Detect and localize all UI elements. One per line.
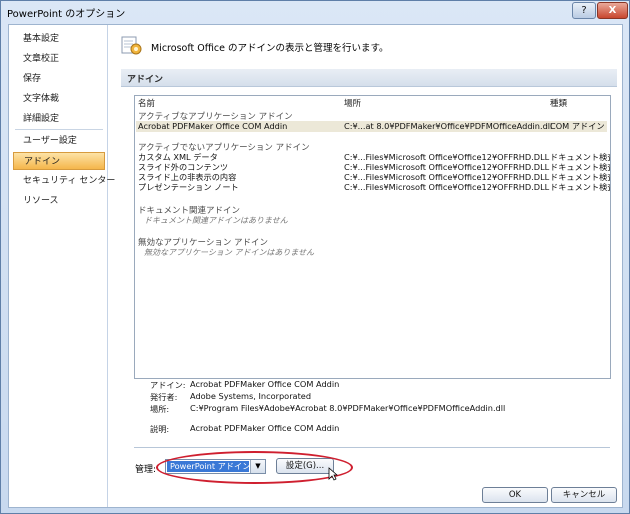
divider bbox=[134, 447, 610, 448]
main-panel: Microsoft Office のアドインの表示と管理を行います。 アドイン … bbox=[113, 25, 622, 507]
table-row[interactable]: プレゼンテーション ノート C:¥...Files¥Microsoft Offi… bbox=[136, 182, 610, 193]
empty-message-document: ドキュメント関連アドインはありません bbox=[144, 216, 288, 225]
addin-name: Acrobat PDFMaker Office COM Addin bbox=[138, 121, 288, 131]
addin-details: アドイン: Acrobat PDFMaker Office COM Addin … bbox=[143, 379, 613, 439]
detail-publisher-value: Adobe Systems, Incorporated bbox=[190, 391, 312, 401]
addin-type: COM アドイン bbox=[550, 121, 605, 131]
detail-publisher-label: 発行者: bbox=[150, 392, 178, 402]
sidebar-item-proofing[interactable]: 文章校正 bbox=[13, 50, 105, 68]
sidebar-divider bbox=[15, 129, 103, 130]
table-row[interactable]: Acrobat PDFMaker Office COM Addin C:¥...… bbox=[136, 121, 607, 132]
detail-location-label: 場所: bbox=[150, 404, 170, 414]
sidebar-item-trust-center[interactable]: セキュリティ センター bbox=[13, 172, 115, 190]
detail-description-label: 説明: bbox=[150, 424, 170, 434]
section-title: アドイン bbox=[127, 75, 164, 85]
page-description: Microsoft Office のアドインの表示と管理を行います。 bbox=[151, 43, 389, 54]
sidebar-item-addins[interactable]: アドイン bbox=[13, 152, 105, 170]
sidebar: 基本設定 文章校正 保存 文字体裁 詳細設定 ユーザー設定 アドイン セキュリテ… bbox=[9, 25, 115, 507]
detail-description-value: Acrobat PDFMaker Office COM Addin bbox=[190, 423, 340, 433]
ok-button[interactable]: OK bbox=[482, 487, 548, 503]
close-button[interactable]: X bbox=[597, 2, 628, 19]
manage-label: 管理: bbox=[135, 465, 157, 475]
cancel-button[interactable]: キャンセル bbox=[551, 487, 617, 503]
addin-location: C:¥...Files¥Microsoft Office¥Office12¥OF… bbox=[344, 182, 550, 192]
addin-gear-icon bbox=[121, 36, 142, 55]
sidebar-item-typography[interactable]: 文字体裁 bbox=[13, 90, 105, 108]
highlight-ellipse bbox=[156, 451, 353, 484]
page-header: Microsoft Office のアドインの表示と管理を行います。 bbox=[113, 25, 622, 65]
sidebar-item-resources[interactable]: リソース bbox=[13, 192, 105, 210]
section-header: アドイン bbox=[121, 69, 617, 87]
addin-location: C:¥...at 8.0¥PDFMaker¥Office¥PDFMOfficeA… bbox=[344, 121, 553, 131]
column-header-type[interactable]: 種類 bbox=[550, 97, 567, 109]
help-button[interactable]: ? bbox=[572, 2, 596, 19]
detail-location-value: C:¥Program Files¥Adobe¥Acrobat 8.0¥PDFMa… bbox=[190, 403, 506, 413]
addin-name: プレゼンテーション ノート bbox=[138, 182, 239, 192]
column-header-name[interactable]: 名前 bbox=[138, 97, 155, 109]
sidebar-item-customize[interactable]: ユーザー設定 bbox=[13, 132, 105, 150]
addin-list[interactable]: 名前 場所 種類 アクティブなアプリケーション アドイン Acrobat PDF… bbox=[134, 95, 611, 379]
empty-message-disabled: 無効なアプリケーション アドインはありません bbox=[144, 248, 315, 257]
detail-addin-value: Acrobat PDFMaker Office COM Addin bbox=[190, 379, 340, 389]
addin-type: ドキュメント検査 bbox=[550, 182, 611, 192]
sidebar-item-advanced[interactable]: 詳細設定 bbox=[13, 110, 105, 128]
title-bar[interactable]: PowerPoint のオプション ? X bbox=[1, 1, 629, 21]
detail-addin-label: アドイン: bbox=[150, 380, 186, 390]
column-header-location[interactable]: 場所 bbox=[344, 97, 361, 109]
options-window: PowerPoint のオプション ? X 基本設定 文章校正 保存 文字体裁 … bbox=[0, 0, 630, 514]
sidebar-item-basic[interactable]: 基本設定 bbox=[13, 30, 105, 48]
dialog-client: 基本設定 文章校正 保存 文字体裁 詳細設定 ユーザー設定 アドイン セキュリテ… bbox=[8, 24, 623, 508]
window-title: PowerPoint のオプション bbox=[7, 9, 126, 20]
mouse-pointer-icon bbox=[328, 467, 338, 481]
sidebar-item-save[interactable]: 保存 bbox=[13, 70, 105, 88]
